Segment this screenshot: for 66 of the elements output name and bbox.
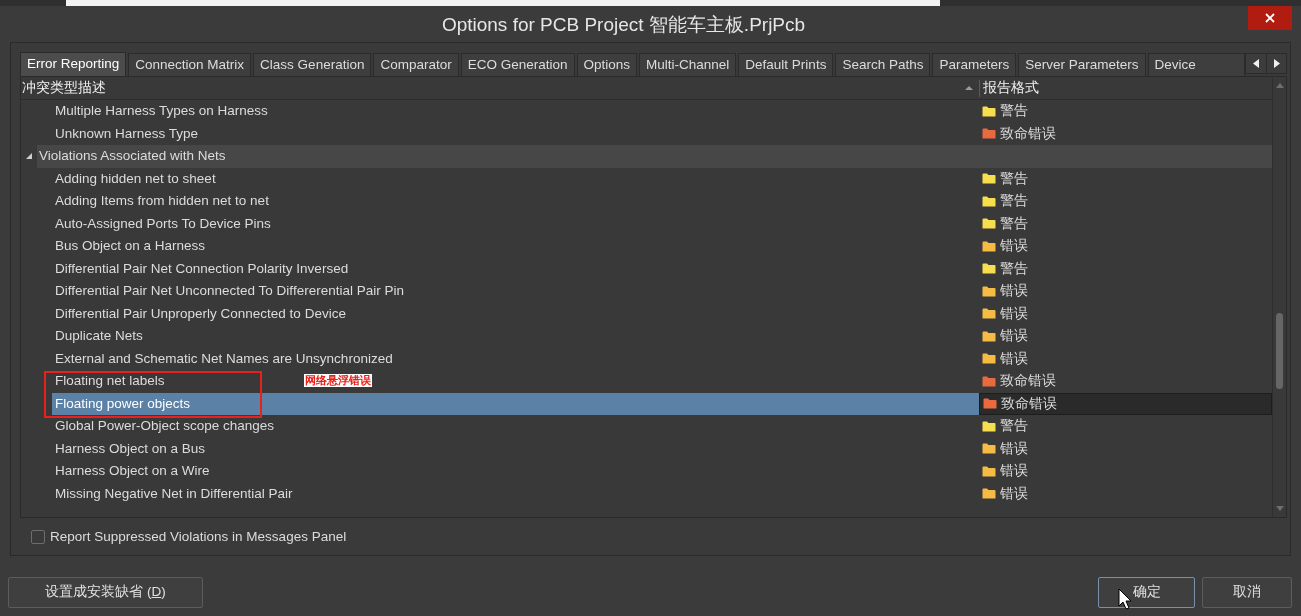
restore-defaults-button[interactable]: 设置成安装缺省 (D): [8, 577, 203, 608]
violation-item[interactable]: External and Schematic Net Names are Unsynchronized: [52, 347, 396, 370]
report-level-text: 错误: [1000, 349, 1028, 368]
tab[interactable]: Server Parameters: [1018, 53, 1146, 76]
ok-button[interactable]: 确定: [1098, 577, 1195, 608]
tab[interactable]: Error Reporting: [20, 52, 127, 76]
violation-item[interactable]: Differential Pair Net Connection Polarity Inversed: [52, 257, 352, 280]
report-level-text: 致命错误: [1001, 394, 1057, 413]
window-title: Options for PCB Project 智能车主板.PrjPcb: [441, 12, 806, 37]
report-level-text: 警告: [1000, 102, 1028, 121]
tab[interactable]: Multi-Channel: [639, 53, 737, 76]
report-level-text: 致命错误: [1000, 124, 1056, 143]
cancel-button[interactable]: 取消: [1202, 577, 1292, 608]
violation-item[interactable]: Multiple Harness Types on Harness: [52, 100, 271, 123]
violation-item[interactable]: Harness Object on a Wire: [52, 460, 213, 483]
scrollbar-thumb[interactable]: [1276, 313, 1283, 389]
column-header[interactable]: 冲突类型描述: [22, 77, 106, 99]
report-level-text: 错误: [1000, 282, 1028, 301]
report-level-text: 警告: [1000, 192, 1028, 211]
report-level-text: 错误: [1000, 237, 1028, 256]
violation-item[interactable]: Duplicate Nets: [52, 325, 146, 348]
tab[interactable]: Device: [1147, 53, 1245, 76]
report-level-text: 警告: [1000, 259, 1028, 278]
report-level-text: 警告: [1000, 417, 1028, 436]
tab[interactable]: Class Generation: [253, 53, 372, 76]
close-button[interactable]: [1248, 6, 1292, 30]
violation-item[interactable]: Adding hidden net to sheet: [52, 167, 219, 190]
violation-item[interactable]: Floating net labels: [52, 370, 168, 393]
column-header[interactable]: 报告格式: [983, 77, 1039, 99]
violation-item[interactable]: Bus Object on a Harness: [52, 235, 209, 258]
tab[interactable]: Search Paths: [835, 53, 931, 76]
violation-item[interactable]: Differential Pair Unproperly Connected to Device: [52, 302, 349, 325]
report-level-text: 错误: [1000, 462, 1028, 481]
report-level-text: 错误: [1000, 484, 1028, 503]
checkbox-label[interactable]: Report Suppressed Violations in Messages Panel: [50, 526, 347, 548]
triangle-right-icon: [1273, 59, 1280, 68]
violation-item[interactable]: Differential Pair Net Unconnected To Differerential Pair Pin: [52, 280, 407, 303]
violation-item[interactable]: Missing Negative Net in Differential Pair: [52, 482, 296, 505]
tab[interactable]: Default Prints: [738, 53, 834, 76]
report-level-text: 警告: [1000, 169, 1028, 188]
annotation-note: 网络悬浮错误: [304, 374, 372, 387]
tab[interactable]: Options: [576, 53, 638, 76]
tab[interactable]: Connection Matrix: [128, 53, 252, 76]
tab[interactable]: ECO Generation: [460, 53, 575, 76]
mouse-pointer-icon: [1118, 588, 1132, 610]
scrollbar[interactable]: [1272, 77, 1286, 517]
scroll-up-icon[interactable]: [1275, 83, 1284, 88]
triangle-left-icon: [1253, 59, 1259, 68]
report-level-text: 错误: [1000, 304, 1028, 323]
expanded-triangle-icon[interactable]: [26, 153, 32, 160]
report-level-text: 警告: [1000, 214, 1028, 233]
violation-item[interactable]: Harness Object on a Bus: [52, 437, 209, 460]
violation-item[interactable]: Floating power objects: [52, 392, 979, 415]
report-level-text: 致命错误: [1000, 372, 1056, 391]
violation-item[interactable]: Auto-Assigned Ports To Device Pins: [52, 212, 274, 235]
close-icon: [1265, 13, 1275, 23]
violation-item[interactable]: Unknown Harness Type: [52, 122, 202, 145]
scroll-down-icon[interactable]: [1275, 506, 1284, 511]
report-level-text: 错误: [1000, 439, 1028, 458]
report-level-text: 错误: [1000, 327, 1028, 346]
tab[interactable]: Parameters: [932, 53, 1017, 76]
tab[interactable]: Comparator: [373, 53, 459, 76]
violation-item[interactable]: Adding Items from hidden net to net: [52, 190, 272, 213]
violation-item[interactable]: Global Power-Object scope changes: [52, 415, 278, 438]
group-row[interactable]: Violations Associated with Nets: [37, 145, 1272, 168]
checkbox[interactable]: [31, 530, 45, 544]
